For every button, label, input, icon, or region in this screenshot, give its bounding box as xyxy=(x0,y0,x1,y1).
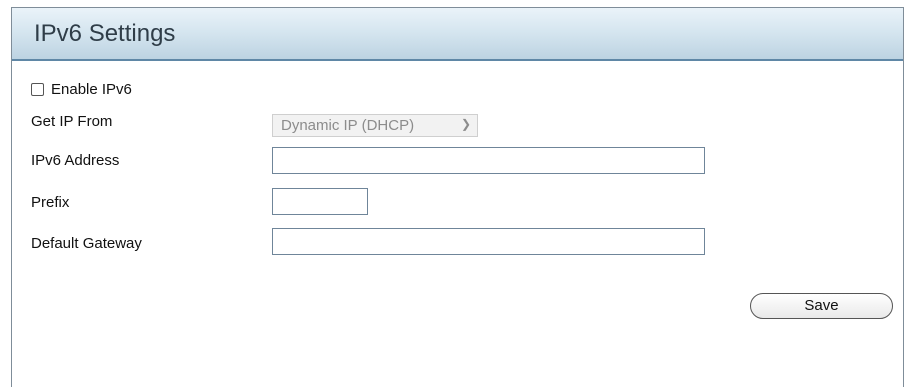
get-ip-from-label: Get IP From xyxy=(31,113,113,130)
save-button[interactable]: Save xyxy=(750,293,893,319)
page-title: IPv6 Settings xyxy=(34,20,176,47)
enable-ipv6-label: Enable IPv6 xyxy=(51,81,132,98)
chevron-down-icon: ❯ xyxy=(460,117,471,131)
enable-ipv6-row: Enable IPv6 xyxy=(31,81,132,98)
ipv6-address-input[interactable] xyxy=(272,147,705,174)
prefix-input[interactable] xyxy=(272,188,368,215)
default-gateway-input[interactable] xyxy=(272,228,705,255)
ipv6-settings-panel: IPv6 Settings Enable IPv6 Get IP From Dy… xyxy=(11,7,904,387)
ipv6-address-label: IPv6 Address xyxy=(31,152,120,169)
default-gateway-label: Default Gateway xyxy=(31,235,142,252)
get-ip-from-select[interactable]: Dynamic IP (DHCP) ❯ xyxy=(272,114,478,137)
enable-ipv6-checkbox[interactable] xyxy=(31,83,44,96)
get-ip-from-value: Dynamic IP (DHCP) xyxy=(281,117,415,134)
prefix-label: Prefix xyxy=(31,194,70,211)
panel-header: IPv6 Settings xyxy=(12,8,903,61)
